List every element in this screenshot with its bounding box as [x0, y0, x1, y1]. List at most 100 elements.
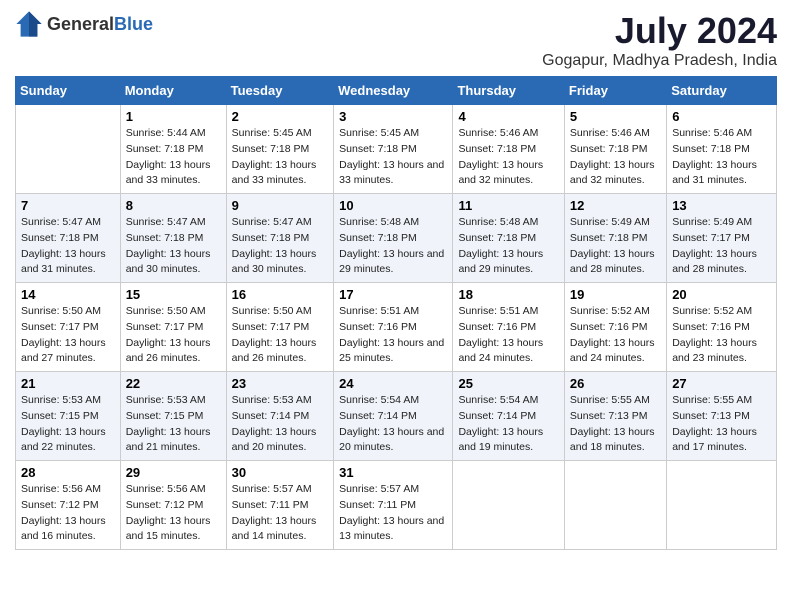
- sunrise-text: Sunrise: 5:52 AM: [570, 304, 661, 320]
- sunrise-text: Sunrise: 5:47 AM: [232, 215, 329, 231]
- day-number: 5: [570, 109, 661, 124]
- sunset-text: Sunset: 7:12 PM: [21, 498, 115, 514]
- daylight-text: Daylight: 13 hours and 29 minutes.: [458, 247, 558, 279]
- day-number: 8: [126, 198, 221, 213]
- daylight-text: Daylight: 13 hours and 24 minutes.: [458, 336, 558, 368]
- calendar-cell: 22Sunrise: 5:53 AMSunset: 7:15 PMDayligh…: [120, 372, 226, 461]
- day-number: 19: [570, 287, 661, 302]
- day-info: Sunrise: 5:55 AMSunset: 7:13 PMDaylight:…: [672, 393, 771, 456]
- calendar-cell: 25Sunrise: 5:54 AMSunset: 7:14 PMDayligh…: [453, 372, 564, 461]
- calendar-week-row: 7Sunrise: 5:47 AMSunset: 7:18 PMDaylight…: [16, 194, 777, 283]
- calendar-week-row: 14Sunrise: 5:50 AMSunset: 7:17 PMDayligh…: [16, 283, 777, 372]
- daylight-text: Daylight: 13 hours and 23 minutes.: [672, 336, 771, 368]
- day-number: 21: [21, 376, 115, 391]
- logo: GeneralBlue: [15, 10, 153, 38]
- day-info: Sunrise: 5:51 AMSunset: 7:16 PMDaylight:…: [458, 304, 558, 367]
- sunset-text: Sunset: 7:11 PM: [339, 498, 447, 514]
- sunrise-text: Sunrise: 5:50 AM: [126, 304, 221, 320]
- sunset-text: Sunset: 7:18 PM: [458, 231, 558, 247]
- sunrise-text: Sunrise: 5:49 AM: [672, 215, 771, 231]
- daylight-text: Daylight: 13 hours and 27 minutes.: [21, 336, 115, 368]
- daylight-text: Daylight: 13 hours and 31 minutes.: [21, 247, 115, 279]
- sunset-text: Sunset: 7:18 PM: [232, 231, 329, 247]
- day-info: Sunrise: 5:46 AMSunset: 7:18 PMDaylight:…: [672, 126, 771, 189]
- daylight-text: Daylight: 13 hours and 29 minutes.: [339, 247, 447, 279]
- sunset-text: Sunset: 7:13 PM: [570, 409, 661, 425]
- calendar-cell: 19Sunrise: 5:52 AMSunset: 7:16 PMDayligh…: [564, 283, 666, 372]
- day-number: 7: [21, 198, 115, 213]
- sunset-text: Sunset: 7:13 PM: [672, 409, 771, 425]
- day-number: 6: [672, 109, 771, 124]
- sunrise-text: Sunrise: 5:45 AM: [232, 126, 329, 142]
- day-number: 28: [21, 465, 115, 480]
- daylight-text: Daylight: 13 hours and 18 minutes.: [570, 425, 661, 457]
- calendar-cell: 7Sunrise: 5:47 AMSunset: 7:18 PMDaylight…: [16, 194, 121, 283]
- calendar-cell: 9Sunrise: 5:47 AMSunset: 7:18 PMDaylight…: [226, 194, 334, 283]
- sunset-text: Sunset: 7:17 PM: [232, 320, 329, 336]
- sunset-text: Sunset: 7:16 PM: [570, 320, 661, 336]
- calendar-cell: 23 Sunrise: 5:53 AMSunset: 7:14 PMDayligh…: [226, 372, 334, 461]
- sunset-text: Sunset: 7:18 PM: [232, 142, 329, 158]
- column-header-monday: Monday: [120, 77, 226, 105]
- calendar-cell: 8Sunrise: 5:47 AMSunset: 7:18 PMDaylight…: [120, 194, 226, 283]
- sunset-text: Sunset: 7:12 PM: [126, 498, 221, 514]
- day-number: 23: [232, 376, 329, 391]
- sunrise-text: Sunrise: 5:55 AM: [672, 393, 771, 409]
- day-number: 3: [339, 109, 447, 124]
- sunrise-text: Sunrise: 5:54 AM: [458, 393, 558, 409]
- sunrise-text: Sunrise: 5:46 AM: [672, 126, 771, 142]
- calendar-cell: 13Sunrise: 5:49 AMSunset: 7:17 PMDayligh…: [667, 194, 777, 283]
- column-header-sunday: Sunday: [16, 77, 121, 105]
- daylight-text: Daylight: 13 hours and 26 minutes.: [126, 336, 221, 368]
- sunrise-text: Sunrise: 5:46 AM: [570, 126, 661, 142]
- day-info: Sunrise: 5:52 AMSunset: 7:16 PMDaylight:…: [672, 304, 771, 367]
- day-number: 25: [458, 376, 558, 391]
- day-number: 31: [339, 465, 447, 480]
- sunrise-text: Sunrise: 5:44 AM: [126, 126, 221, 142]
- page-title: July 2024: [542, 10, 777, 52]
- daylight-text: Daylight: 13 hours and 33 minutes.: [232, 158, 329, 190]
- sunrise-text: Sunrise: 5:48 AM: [458, 215, 558, 231]
- calendar-header-row: SundayMondayTuesdayWednesdayThursdayFrid…: [16, 77, 777, 105]
- sunset-text: Sunset: 7:17 PM: [21, 320, 115, 336]
- sunset-text: Sunset: 7:16 PM: [339, 320, 447, 336]
- calendar-cell: 6 Sunrise: 5:46 AMSunset: 7:18 PMDaylight…: [667, 105, 777, 194]
- daylight-text: Daylight: 13 hours and 33 minutes.: [339, 158, 447, 190]
- daylight-text: Daylight: 13 hours and 26 minutes.: [232, 336, 329, 368]
- logo-text-blue: Blue: [114, 14, 153, 34]
- daylight-text: Daylight: 13 hours and 15 minutes.: [126, 514, 221, 546]
- day-number: 15: [126, 287, 221, 302]
- sunrise-text: Sunrise: 5:51 AM: [458, 304, 558, 320]
- day-info: Sunrise: 5:48 AMSunset: 7:18 PMDaylight:…: [339, 215, 447, 278]
- daylight-text: Daylight: 13 hours and 30 minutes.: [232, 247, 329, 279]
- calendar-cell: [453, 461, 564, 550]
- sunrise-text: Sunrise: 5:53 AM: [232, 393, 329, 409]
- day-info: Sunrise: 5:46 AMSunset: 7:18 PMDaylight:…: [570, 126, 661, 189]
- day-info: Sunrise: 5:54 AMSunset: 7:14 PMDaylight:…: [339, 393, 447, 456]
- calendar-cell: 26Sunrise: 5:55 AMSunset: 7:13 PMDayligh…: [564, 372, 666, 461]
- sunset-text: Sunset: 7:14 PM: [339, 409, 447, 425]
- calendar-cell: 2Sunrise: 5:45 AMSunset: 7:18 PMDaylight…: [226, 105, 334, 194]
- day-info: Sunrise: 5:45 AMSunset: 7:18 PMDaylight:…: [232, 126, 329, 189]
- sunset-text: Sunset: 7:18 PM: [339, 142, 447, 158]
- sunset-text: Sunset: 7:16 PM: [458, 320, 558, 336]
- day-number: 18: [458, 287, 558, 302]
- daylight-text: Daylight: 13 hours and 16 minutes.: [21, 514, 115, 546]
- day-info: Sunrise: 5:57 AMSunset: 7:11 PMDaylight:…: [339, 482, 447, 545]
- sunrise-text: Sunrise: 5:56 AM: [21, 482, 115, 498]
- page-subtitle: Gogapur, Madhya Pradesh, India: [542, 52, 777, 70]
- calendar-cell: 17Sunrise: 5:51 AMSunset: 7:16 PMDayligh…: [334, 283, 453, 372]
- sunset-text: Sunset: 7:18 PM: [126, 231, 221, 247]
- day-number: 29: [126, 465, 221, 480]
- column-header-friday: Friday: [564, 77, 666, 105]
- calendar-cell: 12Sunrise: 5:49 AMSunset: 7:18 PMDayligh…: [564, 194, 666, 283]
- day-number: 24: [339, 376, 447, 391]
- day-info: Sunrise: 5:49 AMSunset: 7:17 PMDaylight:…: [672, 215, 771, 278]
- day-number: 26: [570, 376, 661, 391]
- sunrise-text: Sunrise: 5:50 AM: [21, 304, 115, 320]
- column-header-saturday: Saturday: [667, 77, 777, 105]
- column-header-tuesday: Tuesday: [226, 77, 334, 105]
- day-info: Sunrise: 5:53 AMSunset: 7:14 PMDaylight:…: [232, 393, 329, 456]
- day-info: Sunrise: 5:45 AMSunset: 7:18 PMDaylight:…: [339, 126, 447, 189]
- sunrise-text: Sunrise: 5:47 AM: [21, 215, 115, 231]
